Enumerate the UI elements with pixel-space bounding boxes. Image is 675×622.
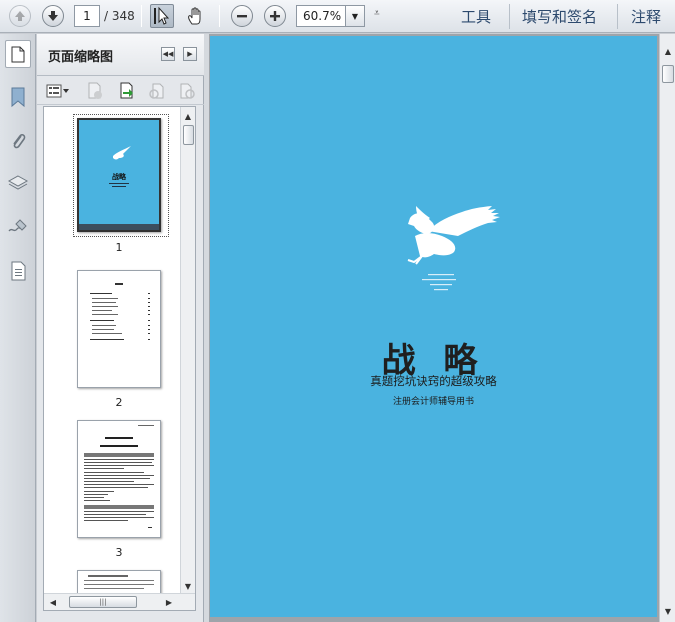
panel-toolbar (37, 77, 204, 105)
thumbnail-page-number: 1 (115, 241, 123, 254)
delete-page-icon (88, 82, 102, 99)
scrollbar-thumb[interactable] (183, 125, 194, 145)
page-number-input[interactable]: 1 (74, 5, 100, 27)
rotate-right-icon (180, 83, 195, 99)
scroll-down-arrow-icon[interactable]: ▼ (181, 579, 195, 593)
thumbnail-horizontal-scrollbar[interactable]: ◀ ||| ▶ (44, 593, 195, 610)
delete-pages-button[interactable] (85, 81, 105, 101)
document-icon (11, 261, 26, 281)
toolbar-separator (509, 4, 510, 29)
arrow-up-icon (9, 5, 31, 27)
double-chevron-left-icon: ◀◀ (162, 50, 174, 58)
toolbar-overflow-button[interactable]: ⩡ (374, 8, 380, 19)
document-note: 注册会计师辅导用书 (392, 397, 474, 407)
previous-page-button[interactable] (8, 4, 32, 28)
thumbnail-page-2[interactable] (77, 270, 161, 388)
hand-tool-button[interactable] (184, 4, 208, 28)
rotate-clockwise-button[interactable] (177, 81, 197, 101)
thumbnail-page-3[interactable] (77, 420, 161, 538)
scroll-right-arrow-icon[interactable]: ▶ (162, 595, 176, 609)
insert-page-icon (120, 82, 133, 99)
paperclip-icon (13, 133, 26, 149)
thumbnail-page-number: 2 (115, 396, 123, 409)
scroll-up-arrow-icon[interactable]: ▲ (661, 44, 675, 58)
thumbnail-list[interactable]: 战略 1 2 3 ▲ ▼ ◀ ||| ▶ (43, 106, 196, 611)
thumbnail-1-subtitle-line (109, 183, 129, 184)
chevron-down-icon: ▼ (351, 11, 359, 21)
zoom-in-button[interactable] (263, 4, 287, 28)
document-page: 战 略 真题挖坑诀窍的超级攻略 注册会计师辅导用书 (210, 36, 657, 617)
panel-title: 页面缩略图 (48, 50, 114, 65)
comment-pane-button[interactable]: 注释 (631, 6, 661, 27)
panel-menu-button[interactable]: ▶ (183, 47, 197, 61)
scroll-left-arrow-icon[interactable]: ◀ (46, 595, 60, 609)
insert-pages-button[interactable] (117, 81, 137, 101)
navigation-rail (0, 34, 36, 622)
rotate-left-icon (149, 83, 164, 99)
collapse-panel-button[interactable]: ◀◀ (161, 47, 175, 61)
zoom-out-button[interactable] (230, 4, 254, 28)
scroll-down-arrow-icon[interactable]: ▼ (661, 604, 675, 618)
thumbnail-1-subtitle-line (112, 186, 126, 187)
page-thumbnails-tab[interactable] (5, 40, 31, 68)
page-total-label: / 348 (104, 9, 135, 23)
toolbar-separator (141, 5, 142, 27)
fill-and-sign-pane-button[interactable]: 填写和签名 (522, 6, 597, 27)
select-tool-button[interactable] (150, 4, 174, 28)
minus-icon (231, 5, 253, 27)
plus-icon (264, 5, 286, 27)
scroll-up-arrow-icon[interactable]: ▲ (181, 109, 195, 123)
hand-icon (188, 7, 201, 25)
cursor-select-icon (154, 6, 170, 25)
chevron-right-icon: ▶ (187, 50, 193, 58)
signatures-tab[interactable] (6, 214, 30, 240)
eagle-illustration (407, 206, 500, 291)
thumbnail-2-content (90, 283, 150, 340)
content-tab[interactable] (6, 258, 30, 284)
layers-tab[interactable] (6, 170, 30, 196)
scrollbar-thumb[interactable] (662, 65, 674, 83)
next-page-button[interactable] (41, 4, 65, 28)
thumbnail-3-content (84, 425, 154, 528)
document-subtitle: 真题挖坑诀窍的超级攻略 (370, 374, 497, 388)
attachments-tab[interactable] (6, 128, 30, 154)
pdf-reader-window: 1 / 348 60.7% ▼ ⩡ 工具 填写和签名 注释 页面缩略图 ◀◀ ▶… (0, 0, 675, 622)
toolbar-separator (617, 4, 618, 29)
thumbnail-page-1[interactable]: 战略 (77, 118, 161, 232)
options-list-icon (46, 84, 69, 98)
tools-pane-button[interactable]: 工具 (461, 6, 491, 27)
arrow-down-icon (42, 5, 64, 27)
zoom-level-input[interactable]: 60.7% (296, 5, 346, 27)
thumbnail-vertical-scrollbar[interactable]: ▲ ▼ (180, 107, 195, 595)
bookmark-icon (11, 87, 25, 108)
document-view[interactable]: 战 略 真题挖坑诀窍的超级攻略 注册会计师辅导用书 ▲ ▼ (209, 34, 675, 622)
double-chevron-down-icon: ⩡ (374, 8, 380, 19)
thumbnail-options-button[interactable] (45, 81, 71, 101)
layers-icon (7, 175, 29, 190)
zoom-dropdown-button[interactable]: ▼ (345, 5, 365, 27)
scrollbar-thumb[interactable]: ||| (69, 596, 137, 608)
thumbnail-page-number: 3 (115, 546, 123, 559)
rotate-counterclockwise-button[interactable] (147, 81, 167, 101)
bookmarks-tab[interactable] (6, 84, 30, 110)
document-vertical-scrollbar[interactable]: ▲ ▼ (659, 34, 675, 622)
main-toolbar: 1 / 348 60.7% ▼ ⩡ 工具 填写和签名 注释 (0, 0, 675, 33)
signature-pen-icon (8, 219, 27, 232)
pages-icon (11, 46, 25, 63)
thumbnail-1-title: 战略 (112, 173, 126, 181)
page-thumbnails-panel: 页面缩略图 ◀◀ ▶ 战略 1 2 3 ▲ ▼ ◀ ||| ▶ (37, 34, 204, 622)
toolbar-separator (219, 5, 220, 27)
panel-header: 页面缩略图 ◀◀ ▶ (37, 34, 204, 76)
